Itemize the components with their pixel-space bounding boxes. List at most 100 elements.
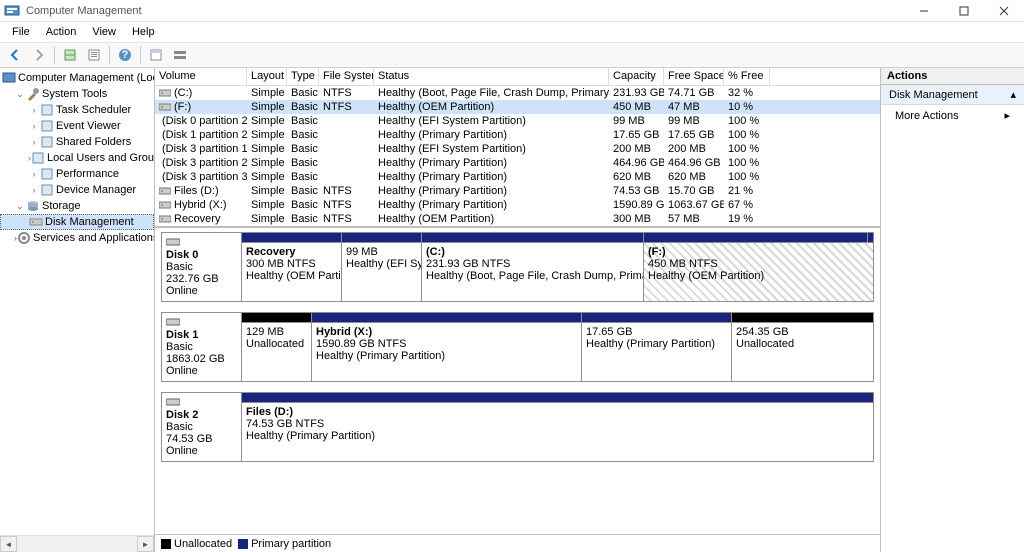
- col-freespace[interactable]: Free Space: [664, 68, 724, 85]
- expand-icon[interactable]: ›: [28, 105, 40, 115]
- partition[interactable]: 254.35 GBUnallocated: [732, 323, 873, 381]
- app-icon: [4, 3, 20, 19]
- actions-section[interactable]: Disk Management ▴: [881, 85, 1024, 105]
- tree-item-task-scheduler[interactable]: ›Task Scheduler: [0, 102, 154, 118]
- actions-more[interactable]: More Actions ▸: [881, 105, 1024, 126]
- partition-strip: [644, 233, 868, 242]
- volume-row[interactable]: (Disk 0 partition 2)SimpleBasicHealthy (…: [155, 114, 880, 128]
- disk-state: Online: [166, 445, 237, 457]
- col-volume[interactable]: Volume: [155, 68, 247, 85]
- volume-type: Basic: [287, 101, 319, 113]
- partition[interactable]: Hybrid (X:)1590.89 GB NTFSHealthy (Prima…: [312, 323, 582, 381]
- tree-storage[interactable]: ⌄ Storage: [0, 198, 154, 214]
- properties-button[interactable]: [83, 44, 105, 66]
- disk-type: Basic: [166, 421, 237, 433]
- tree-disk-management[interactable]: Disk Management: [0, 214, 154, 230]
- forward-button[interactable]: [28, 44, 50, 66]
- scroll-track[interactable]: [17, 536, 137, 552]
- expand-icon[interactable]: ›: [28, 169, 40, 179]
- collapse-icon[interactable]: ⌄: [14, 201, 26, 212]
- tree-h-scrollbar[interactable]: ◄ ►: [0, 535, 154, 552]
- volume-capacity: 200 MB: [609, 143, 664, 155]
- show-hide-button[interactable]: [59, 44, 81, 66]
- disk-info[interactable]: Disk 2Basic74.53 GBOnline: [161, 392, 241, 462]
- nav-tree[interactable]: Computer Management (Local ⌄ System Tool…: [0, 68, 154, 248]
- help-button[interactable]: ?: [114, 44, 136, 66]
- collapse-icon[interactable]: ⌄: [14, 89, 26, 100]
- volume-header[interactable]: Volume Layout Type File System Status Ca…: [155, 68, 880, 86]
- volume-row[interactable]: Hybrid (X:)SimpleBasicNTFSHealthy (Prima…: [155, 198, 880, 212]
- partition-strip: [242, 393, 873, 402]
- col-status[interactable]: Status: [374, 68, 609, 85]
- back-button[interactable]: [4, 44, 26, 66]
- volume-pct: 67 %: [724, 199, 770, 211]
- col-filesystem[interactable]: File System: [319, 68, 374, 85]
- scroll-left-button[interactable]: ◄: [0, 536, 17, 552]
- volume-pct: 100 %: [724, 129, 770, 141]
- minimize-button[interactable]: [904, 0, 944, 22]
- tree-system-tools[interactable]: ⌄ System Tools: [0, 86, 154, 102]
- legend-unallocated: Unallocated: [161, 538, 232, 550]
- tree-item-performance[interactable]: ›Performance: [0, 166, 154, 182]
- partition[interactable]: Files (D:)74.53 GB NTFSHealthy (Primary …: [242, 403, 873, 461]
- disk-entry: Disk 0Basic232.76 GBOnlineRecovery300 MB…: [155, 228, 880, 308]
- partition-size: 450 MB NTFS: [648, 258, 869, 270]
- maximize-button[interactable]: [944, 0, 984, 22]
- expand-icon[interactable]: ›: [28, 137, 40, 147]
- volume-status: Healthy (EFI System Partition): [374, 115, 609, 127]
- volume-free: 620 MB: [664, 171, 724, 183]
- partition[interactable]: (F:)450 MB NTFSHealthy (OEM Partition): [644, 243, 873, 301]
- tree-item-event-viewer[interactable]: ›Event Viewer: [0, 118, 154, 134]
- tree-services[interactable]: › Services and Applications: [0, 230, 154, 246]
- partition[interactable]: 129 MBUnallocated: [242, 323, 312, 381]
- volume-free: 74.71 GB: [664, 87, 724, 99]
- partition[interactable]: 17.65 GBHealthy (Primary Partition): [582, 323, 732, 381]
- disk-info[interactable]: Disk 1Basic1863.02 GBOnline: [161, 312, 241, 382]
- volume-pct: 32 %: [724, 87, 770, 99]
- volume-pct: 100 %: [724, 171, 770, 183]
- view-options-button[interactable]: [169, 44, 191, 66]
- disk-info[interactable]: Disk 0Basic232.76 GBOnline: [161, 232, 241, 302]
- refresh-view-button[interactable]: [145, 44, 167, 66]
- menu-help[interactable]: Help: [124, 24, 163, 40]
- col-capacity[interactable]: Capacity: [609, 68, 664, 85]
- partition[interactable]: 99 MBHealthy (EFI System): [342, 243, 422, 301]
- volume-row[interactable]: (F:)SimpleBasicNTFSHealthy (OEM Partitio…: [155, 100, 880, 114]
- volume-row[interactable]: (C:)SimpleBasicNTFSHealthy (Boot, Page F…: [155, 86, 880, 100]
- partition-name: (C:): [426, 246, 639, 258]
- scroll-right-button[interactable]: ►: [137, 536, 154, 552]
- menu-view[interactable]: View: [84, 24, 124, 40]
- tree-label: Services and Applications: [33, 232, 155, 244]
- tree-root[interactable]: Computer Management (Local: [0, 70, 154, 86]
- volume-layout: Simple: [247, 157, 287, 169]
- menu-file[interactable]: File: [4, 24, 38, 40]
- volume-row[interactable]: RecoverySimpleBasicNTFSHealthy (OEM Part…: [155, 212, 880, 226]
- volume-free: 464.96 GB: [664, 157, 724, 169]
- volume-row[interactable]: (Disk 3 partition 3)SimpleBasicHealthy (…: [155, 170, 880, 184]
- volume-name: Hybrid (X:): [174, 199, 227, 211]
- chevron-right-icon: ▸: [1004, 109, 1010, 122]
- col-pctfree[interactable]: % Free: [724, 68, 770, 85]
- partition[interactable]: Recovery300 MB NTFSHealthy (OEM Partitio…: [242, 243, 342, 301]
- menu-action[interactable]: Action: [38, 24, 85, 40]
- partition-status: Healthy (Primary Partition): [586, 338, 727, 350]
- expand-icon[interactable]: ›: [28, 185, 40, 195]
- partition[interactable]: (C:)231.93 GB NTFSHealthy (Boot, Page Fi…: [422, 243, 644, 301]
- volume-row[interactable]: Files (D:)SimpleBasicNTFSHealthy (Primar…: [155, 184, 880, 198]
- close-button[interactable]: [984, 0, 1024, 22]
- tree-item-device-manager[interactable]: ›Device Manager: [0, 182, 154, 198]
- col-layout[interactable]: Layout: [247, 68, 287, 85]
- tree-item-local-users-and-groups[interactable]: ›Local Users and Groups: [0, 150, 154, 166]
- volume-row[interactable]: (Disk 1 partition 2)SimpleBasicHealthy (…: [155, 128, 880, 142]
- volume-row[interactable]: (Disk 3 partition 2)SimpleBasicHealthy (…: [155, 156, 880, 170]
- tree-item-shared-folders[interactable]: ›Shared Folders: [0, 134, 154, 150]
- volume-capacity: 17.65 GB: [609, 129, 664, 141]
- volume-row[interactable]: (Disk 3 partition 1)SimpleBasicHealthy (…: [155, 142, 880, 156]
- actions-more-label: More Actions: [895, 110, 959, 122]
- expand-icon[interactable]: ›: [28, 121, 40, 131]
- volume-status: Healthy (Primary Partition): [374, 171, 609, 183]
- partition-status: Unallocated: [246, 338, 307, 350]
- disk-state: Online: [166, 365, 237, 377]
- col-type[interactable]: Type: [287, 68, 319, 85]
- main-area: Computer Management (Local ⌄ System Tool…: [0, 68, 1024, 552]
